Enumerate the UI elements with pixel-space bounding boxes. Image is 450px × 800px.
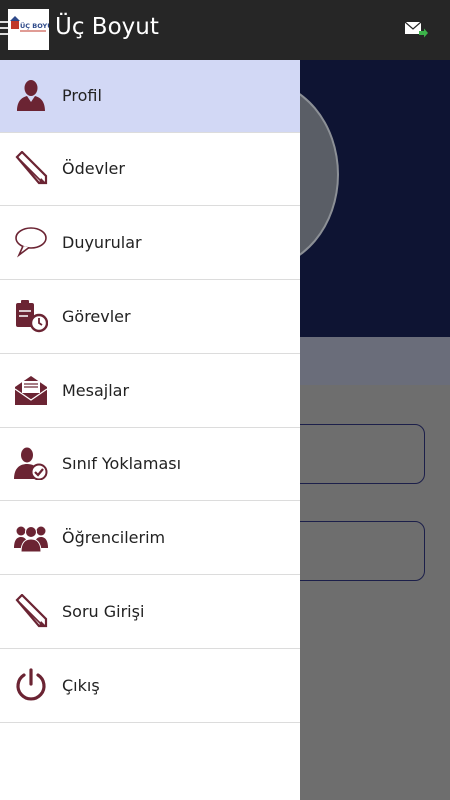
menu-item-duyurular[interactable]: Duyurular xyxy=(0,207,300,280)
clipboard-clock-icon xyxy=(14,299,49,333)
menu-item-soru-girisi[interactable]: Soru Girişi xyxy=(0,576,300,649)
person-icon xyxy=(14,78,48,112)
app-bar: ÜÇ BOYUT Üç Boyut xyxy=(0,0,450,60)
menu-item-label: Duyurular xyxy=(62,233,142,252)
menu-item-label: Mesajlar xyxy=(62,381,130,400)
menu-item-label: Çıkış xyxy=(62,676,100,695)
menu-item-label: Öğrencilerim xyxy=(62,528,166,547)
logo-text: ÜÇ BOYUT xyxy=(20,21,49,30)
menu-item-label: Görevler xyxy=(62,307,131,326)
app-title: Üç Boyut xyxy=(55,14,159,40)
menu-item-gorevler[interactable]: Görevler xyxy=(0,281,300,354)
menu-item-mesajlar[interactable]: Mesajlar xyxy=(0,355,300,428)
menu-item-sinif-yoklamasi[interactable]: Sınıf Yoklaması xyxy=(0,428,300,501)
hero-banner xyxy=(300,60,450,337)
menu-item-cikis[interactable]: Çıkış xyxy=(0,650,300,723)
menu-item-label: Sınıf Yoklaması xyxy=(62,454,182,473)
pencil-icon xyxy=(14,593,48,628)
menu-item-label: Profil xyxy=(62,86,102,105)
app-logo: ÜÇ BOYUT xyxy=(8,9,58,50)
content-button-1[interactable] xyxy=(290,424,425,484)
content-button-2[interactable] xyxy=(290,521,425,581)
menu-item-odevler[interactable]: Ödevler xyxy=(0,133,300,206)
pencil-icon xyxy=(14,150,48,185)
menu-item-label: Ödevler xyxy=(62,159,125,178)
content-strip xyxy=(300,337,450,385)
menu-item-ogrencilerim[interactable]: Öğrencilerim xyxy=(0,502,300,575)
navigation-drawer: Profil Ödevler Duyurular Görevler Mesajl… xyxy=(0,60,300,800)
chalkboard-globe-image xyxy=(300,80,339,269)
hamburger-icon[interactable] xyxy=(0,21,8,39)
menu-item-label: Soru Girişi xyxy=(62,602,145,621)
menu-item-profil[interactable]: Profil xyxy=(0,60,300,133)
speech-bubble-icon xyxy=(14,225,48,259)
power-icon xyxy=(14,668,48,702)
mail-forward-icon[interactable] xyxy=(404,20,428,40)
envelope-icon xyxy=(14,373,48,407)
user-check-icon xyxy=(14,446,48,481)
group-icon xyxy=(14,520,48,554)
